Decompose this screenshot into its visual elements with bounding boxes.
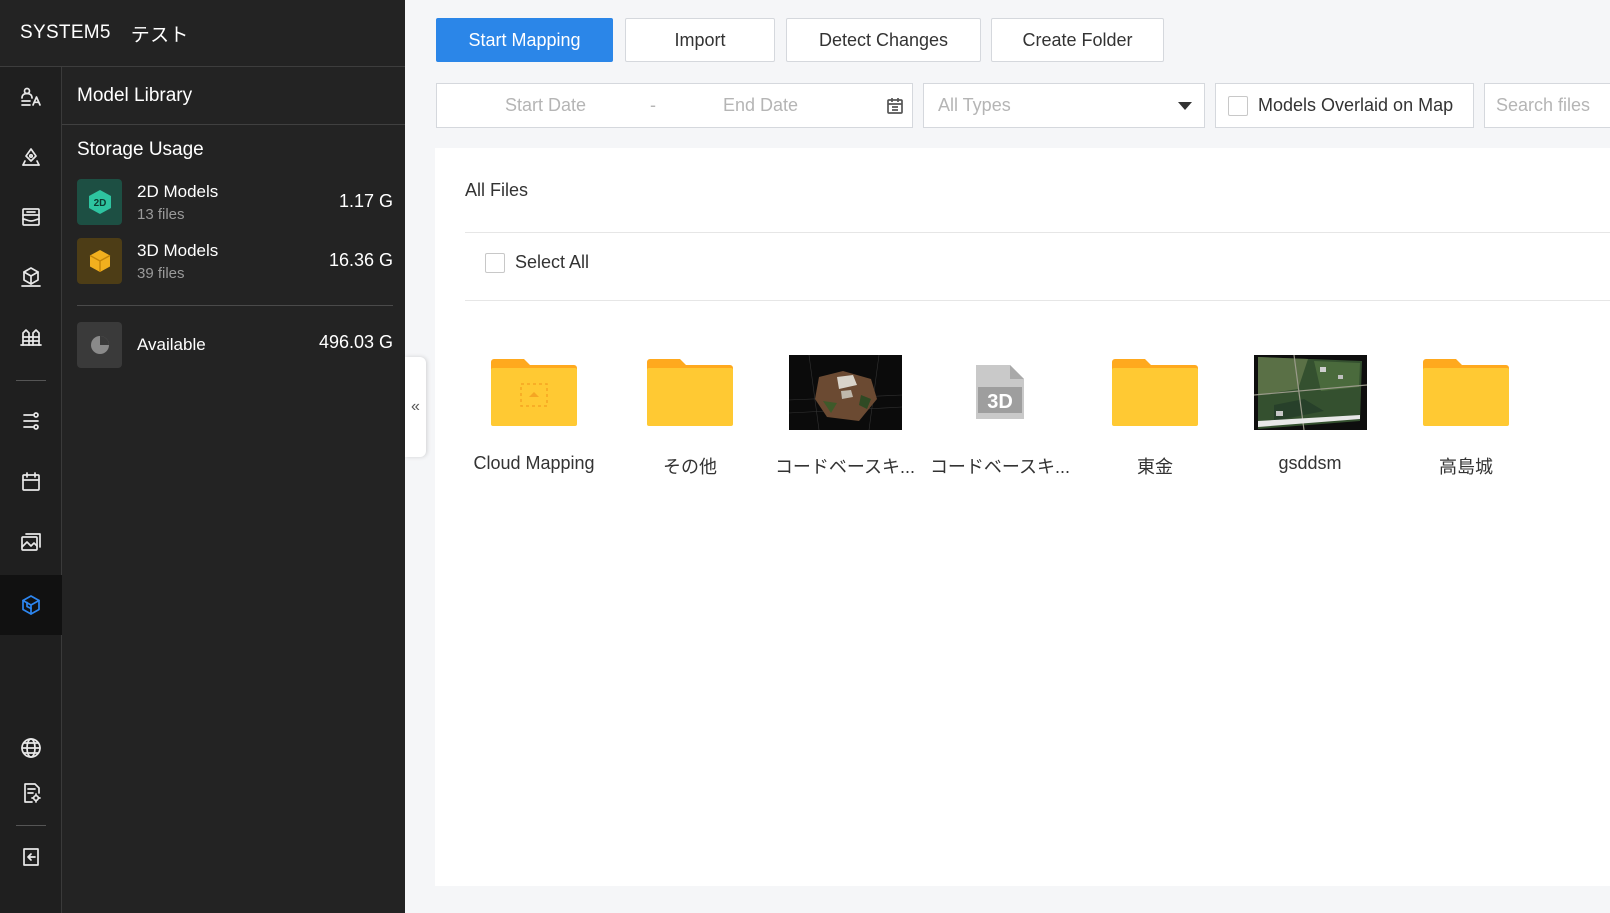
file-name: コードベースキ...: [774, 457, 916, 477]
model-size: 1.17 G: [338, 191, 393, 211]
select-all-checkbox[interactable]: [485, 252, 505, 273]
file-name: 高島城: [1439, 457, 1493, 477]
team-icon[interactable]: [0, 70, 62, 124]
model-file-count: 39 files: [137, 265, 185, 282]
panel-title: Model Library: [62, 67, 405, 125]
chevron-down-icon: [1178, 102, 1192, 110]
media-icon[interactable]: [0, 515, 62, 569]
storage-usage-title: Storage Usage: [77, 139, 204, 160]
select-all-label: Select All: [515, 252, 590, 272]
site-icon[interactable]: [0, 310, 62, 364]
storage-row-2d: 2D 2D Models 13 files 1.17 G: [77, 179, 393, 229]
file-name: コードベースキ...: [929, 457, 1071, 477]
waypoint-icon[interactable]: [0, 130, 62, 184]
settings-icon[interactable]: [0, 766, 62, 820]
storage-row-3d: 3D Models 39 files 16.36 G: [77, 238, 393, 288]
model-2d-icon: 2D: [77, 179, 122, 225]
select-all[interactable]: Select All: [485, 252, 589, 273]
app-header: SYSTEM5 テスト: [0, 0, 405, 67]
divider: [465, 300, 1610, 301]
model-library-icon[interactable]: [0, 575, 62, 635]
model-preview-thumbnail: [770, 353, 920, 431]
start-mapping-button[interactable]: Start Mapping: [436, 18, 613, 62]
search-input[interactable]: Search files: [1484, 83, 1610, 128]
file-browser: All Files Select All Cloud Mapping その他 コ…: [435, 148, 1610, 886]
svg-text:3D: 3D: [987, 391, 1013, 413]
folder-icon: [1391, 353, 1541, 431]
detect-changes-button[interactable]: Detect Changes: [786, 18, 981, 62]
calendar-icon[interactable]: [885, 96, 905, 121]
create-folder-button[interactable]: Create Folder: [991, 18, 1164, 62]
logout-icon[interactable]: [0, 830, 62, 884]
folder-icon: [615, 353, 765, 431]
icon-rail: [0, 67, 62, 913]
type-select[interactable]: All Types: [923, 83, 1205, 128]
svg-text:2D: 2D: [93, 198, 106, 209]
model-size: 16.36 G: [328, 250, 393, 270]
brand-name: SYSTEM5: [20, 22, 111, 43]
overlay-checkbox[interactable]: [1228, 95, 1248, 116]
model-3d-icon: [77, 238, 122, 284]
model-name: 3D Models: [137, 241, 219, 260]
panel-divider: [77, 305, 393, 306]
end-date-field[interactable]: End Date: [723, 95, 798, 116]
breadcrumb[interactable]: All Files: [465, 180, 528, 201]
date-range-picker[interactable]: Start Date - End Date: [436, 83, 913, 128]
rail-divider: [16, 825, 46, 826]
pie-chart-icon: [77, 322, 122, 368]
map-preview-thumbnail: [1235, 353, 1385, 431]
start-date-field[interactable]: Start Date: [505, 95, 586, 116]
rail-divider: [16, 380, 46, 381]
workspace-name: テスト: [130, 24, 189, 46]
file-name: Cloud Mapping: [473, 453, 595, 473]
calendar-icon[interactable]: [0, 455, 62, 509]
divider: [465, 232, 1610, 233]
date-separator: -: [650, 95, 656, 115]
available-size: 496.03 G: [318, 332, 393, 352]
device-icon[interactable]: [0, 250, 62, 304]
file-name: その他: [663, 457, 717, 477]
overlay-toggle[interactable]: Models Overlaid on Map: [1215, 83, 1474, 128]
model-file-count: 13 files: [137, 206, 185, 223]
3d-file-icon: 3D: [925, 353, 1075, 431]
type-select-value: All Types: [938, 95, 1011, 115]
model-name: 2D Models: [137, 182, 219, 201]
model-library-panel: Model Library Storage Usage 2D 2D Models…: [62, 67, 405, 913]
mission-icon[interactable]: [0, 190, 62, 244]
import-button[interactable]: Import: [625, 18, 775, 62]
available-label: Available: [137, 335, 206, 354]
cloud-folder-icon: [459, 353, 609, 431]
file-name: gsddsm: [1278, 453, 1342, 473]
file-name: 東金: [1137, 457, 1173, 477]
overlay-label: Models Overlaid on Map: [1258, 95, 1454, 115]
search-placeholder: Search files: [1496, 95, 1591, 115]
flight-route-icon[interactable]: [0, 394, 62, 448]
folder-icon: [1080, 353, 1230, 431]
collapse-panel-button[interactable]: «: [405, 357, 426, 457]
